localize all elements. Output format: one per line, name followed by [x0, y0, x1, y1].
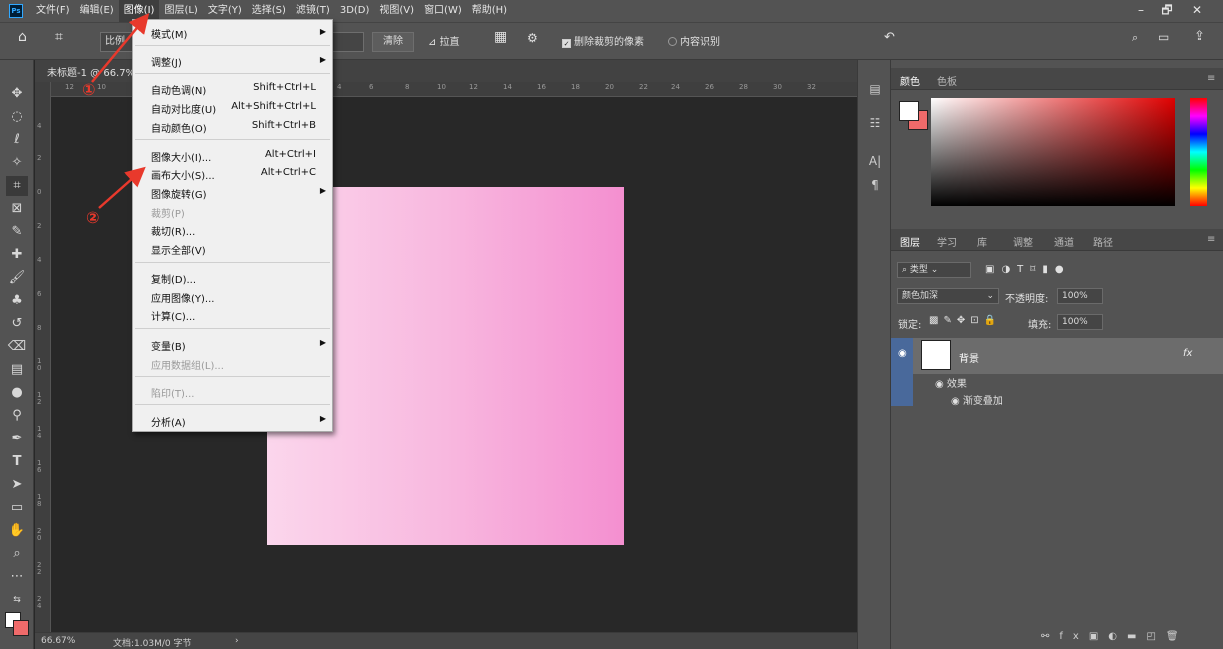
color-panel-foreground-swatch[interactable]: [899, 101, 919, 121]
annotation-arrow-2: [98, 166, 146, 209]
annotation-arrow-1: [91, 13, 150, 83]
annotation-arrows: [91, 13, 150, 209]
annotation-step-2: ②: [86, 208, 100, 227]
annotation-step-1: ①: [82, 80, 96, 99]
